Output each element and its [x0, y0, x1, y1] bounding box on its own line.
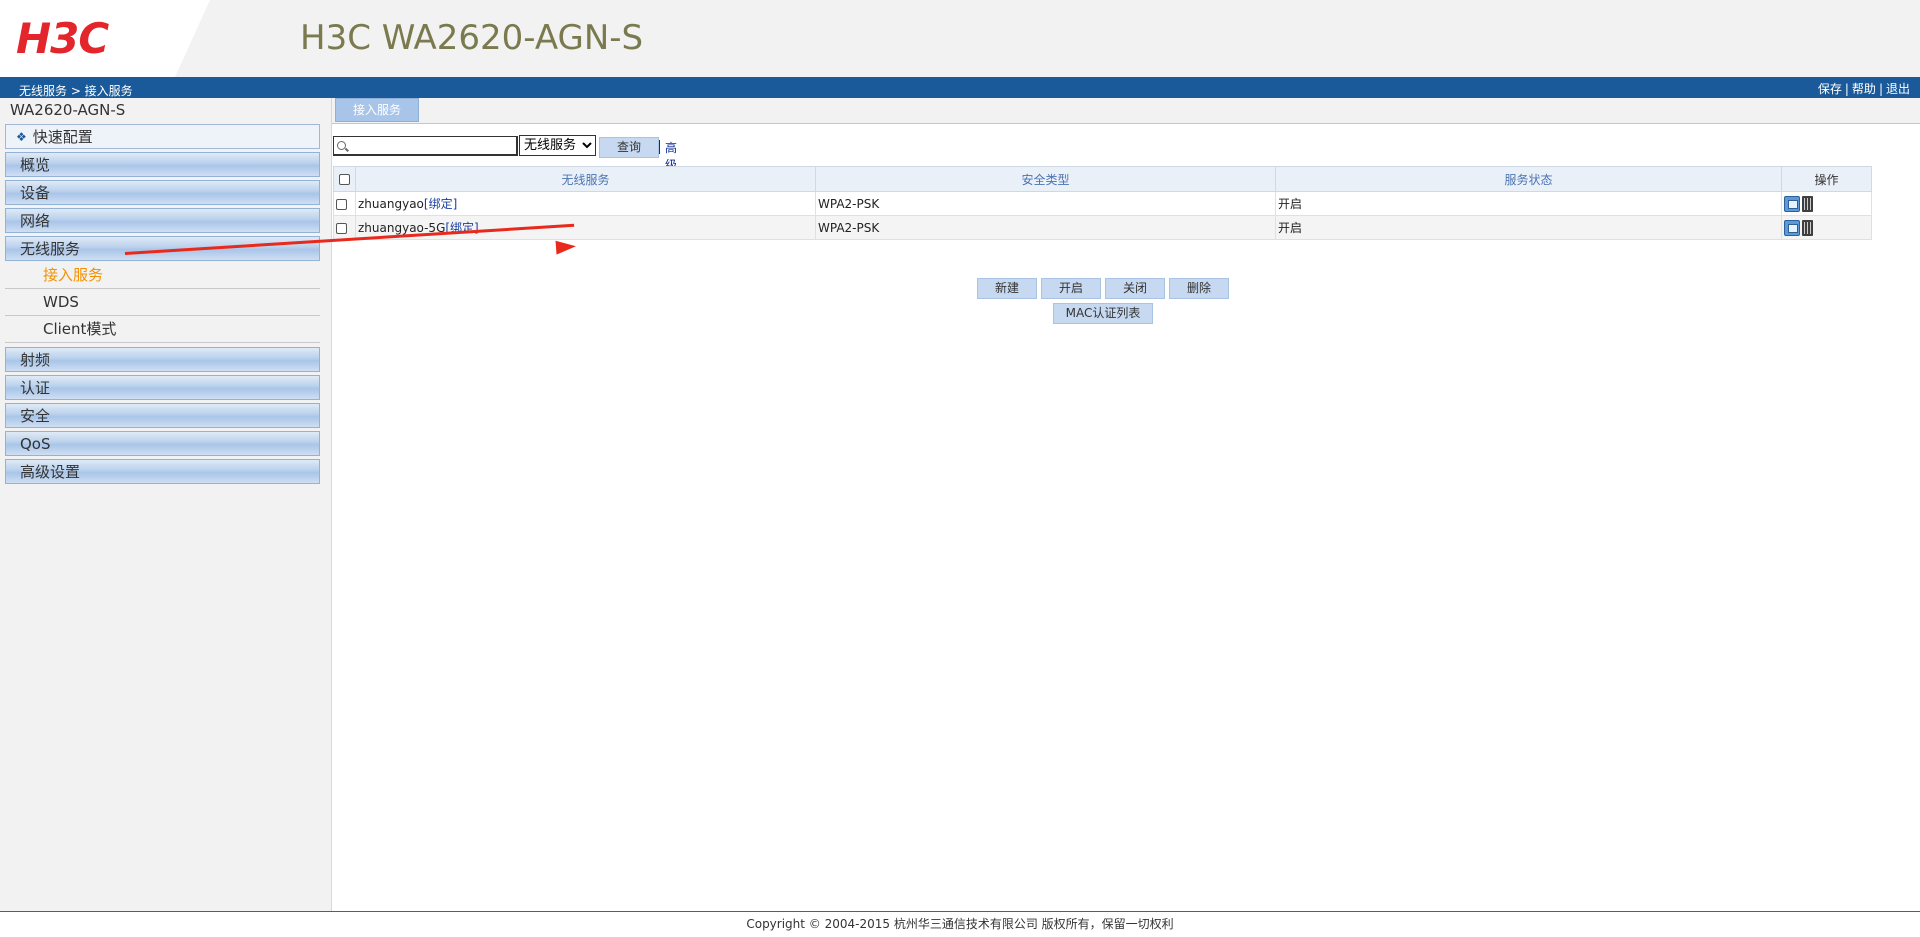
table-row: zhuangyao-5G[绑定] WPA2-PSK 开启 [333, 215, 1872, 240]
diamond-icon: ❖ [16, 130, 27, 144]
logo-area: H3C [0, 0, 210, 77]
operation-cell [1781, 215, 1872, 240]
sidebar-item-device[interactable]: 设备 [5, 180, 320, 205]
tab-access-service[interactable]: 接入服务 [335, 98, 419, 122]
sidebar-item-quick-config[interactable]: ❖ 快速配置 [5, 124, 320, 149]
sidebar-subitem-access-service[interactable]: 接入服务 [5, 262, 320, 289]
trash-icon[interactable] [1802, 219, 1813, 236]
query-button[interactable]: 查询 [599, 137, 659, 158]
sidebar-item-advanced[interactable]: 高级设置 [5, 459, 320, 484]
sidebar-item-auth[interactable]: 认证 [5, 375, 320, 400]
annotation-arrowhead [555, 239, 577, 255]
row-checkbox[interactable] [336, 222, 347, 234]
edit-icon[interactable] [1784, 219, 1800, 236]
sidebar-item-overview[interactable]: 概览 [5, 152, 320, 177]
column-header[interactable]: 无线服务 [355, 166, 816, 192]
tab-bar: 接入服务 [332, 98, 1920, 124]
enable-button[interactable]: 开启 [1041, 278, 1101, 299]
sidebar-item-network[interactable]: 网络 [5, 208, 320, 233]
status-cell: 开启 [1275, 191, 1782, 216]
security-cell: WPA2-PSK [815, 191, 1276, 216]
sidebar-menu: ❖ 快速配置 概览 设备 网络 无线服务 接入服务 WDS Client模式 射频… [5, 124, 320, 487]
mac-auth-list-button[interactable]: MAC认证列表 [1053, 303, 1153, 324]
service-name: zhuangyao [358, 197, 424, 211]
search-input[interactable] [333, 136, 518, 156]
sidebar-item-label: 快速配置 [32, 128, 93, 146]
column-header[interactable]: 服务状态 [1275, 166, 1782, 192]
header: H3C H3C WA2620-AGN-S [0, 0, 1920, 77]
footer: Copyright © 2004-2015 杭州华三通信技术有限公司 版权所有，… [0, 911, 1920, 937]
search-icon [337, 141, 346, 150]
row-select-cell [333, 215, 356, 240]
service-cell: zhuangyao[绑定] [355, 191, 816, 216]
h3c-logo: H3C [16, 14, 109, 63]
row-checkbox[interactable] [336, 198, 347, 210]
search-field-select[interactable]: 无线服务 [519, 135, 596, 156]
sidebar: WA2620-AGN-S ❖ 快速配置 概览 设备 网络 无线服务 接入服务 WD… [0, 98, 332, 911]
select-all-checkbox[interactable] [339, 174, 350, 185]
service-table: 无线服务 安全类型 服务状态 操作 zhuangyao[绑定] WPA2-PSK… [333, 166, 1872, 240]
operation-cell [1781, 191, 1872, 216]
separator: | [1844, 82, 1849, 96]
main-content: 接入服务 无线服务 查询 高级查询 无线服务 安全类型 服务状态 操作 zhua… [332, 98, 1920, 911]
device-name: WA2620-AGN-S [10, 101, 126, 119]
logout-link[interactable]: 退出 [1886, 82, 1910, 96]
sidebar-item-security[interactable]: 安全 [5, 403, 320, 428]
help-link[interactable]: 帮助 [1852, 82, 1876, 96]
app-title: H3C WA2620-AGN-S [300, 18, 644, 58]
disable-button[interactable]: 关闭 [1105, 278, 1165, 299]
breadcrumb: 无线服务 > 接入服务 [19, 84, 133, 98]
bind-link[interactable]: [绑定] [424, 197, 457, 211]
top-links: 保存 | 帮助 | 退出 [1818, 80, 1910, 97]
status-cell: 开启 [1275, 215, 1782, 240]
delete-button[interactable]: 删除 [1169, 278, 1229, 299]
action-buttons: 新建 开启 关闭 删除 [977, 277, 1233, 299]
sidebar-item-qos[interactable]: QoS [5, 431, 320, 456]
row-select-cell [333, 191, 356, 216]
save-link[interactable]: 保存 [1818, 82, 1842, 96]
column-header[interactable]: 安全类型 [815, 166, 1276, 192]
table-header: 无线服务 安全类型 服务状态 操作 [333, 166, 1872, 192]
sidebar-subitem-client-mode[interactable]: Client模式 [5, 316, 320, 343]
security-cell: WPA2-PSK [815, 215, 1276, 240]
separator: | [1878, 82, 1883, 96]
column-header: 操作 [1781, 166, 1872, 192]
edit-icon[interactable] [1784, 195, 1800, 212]
wireless-submenu: 接入服务 WDS Client模式 [5, 262, 320, 343]
trash-icon[interactable] [1802, 195, 1813, 212]
nav-bar: 无线服务 > 接入服务 保存 | 帮助 | 退出 [0, 77, 1920, 98]
select-all-header [333, 166, 356, 192]
sidebar-item-wireless[interactable]: 无线服务 [5, 236, 320, 261]
new-button[interactable]: 新建 [977, 278, 1037, 299]
sidebar-subitem-wds[interactable]: WDS [5, 289, 320, 316]
table-row: zhuangyao[绑定] WPA2-PSK 开启 [333, 191, 1872, 216]
sidebar-item-radio[interactable]: 射频 [5, 347, 320, 372]
